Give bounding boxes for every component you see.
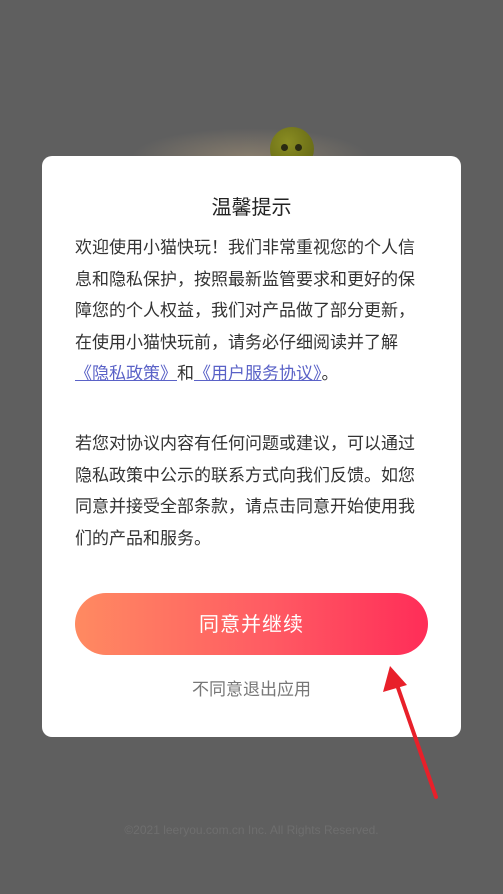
notice-conjunction: 和: [177, 364, 194, 384]
emoji-right-eye: [295, 144, 302, 151]
red-arrow-icon: [383, 666, 438, 799]
user-service-agreement-link[interactable]: 《用户服务协议》: [194, 364, 322, 384]
privacy-policy-link[interactable]: 《隐私政策》: [75, 364, 177, 384]
copyright-text: ©2021 leeryou.com.cn Inc. All Rights Res…: [124, 823, 379, 837]
privacy-dialog: 温馨提示 欢迎使用小猫快玩！我们非常重视您的个人信息和隐私保护，按照最新监管要求…: [42, 156, 461, 737]
dialog-title: 温馨提示: [211, 195, 292, 219]
feedback-paragraph: 若您对协议内容有任何问题或建议，可以通过隐私政策中公示的联系方式向我们反馈。如您…: [75, 434, 415, 549]
notice-end: 。: [321, 364, 339, 384]
agree-continue-button[interactable]: 同意并继续: [75, 593, 428, 655]
emoji-left-eye: [281, 144, 288, 151]
privacy-notice-paragraph: 欢迎使用小猫快玩！我们非常重视您的个人信息和隐私保护，按照最新监管要求和更好的保…: [75, 233, 431, 391]
notice-text: 欢迎使用小猫快玩！我们非常重视您的个人信息和隐私保护，按照最新监管要求和更好的保…: [75, 238, 415, 353]
